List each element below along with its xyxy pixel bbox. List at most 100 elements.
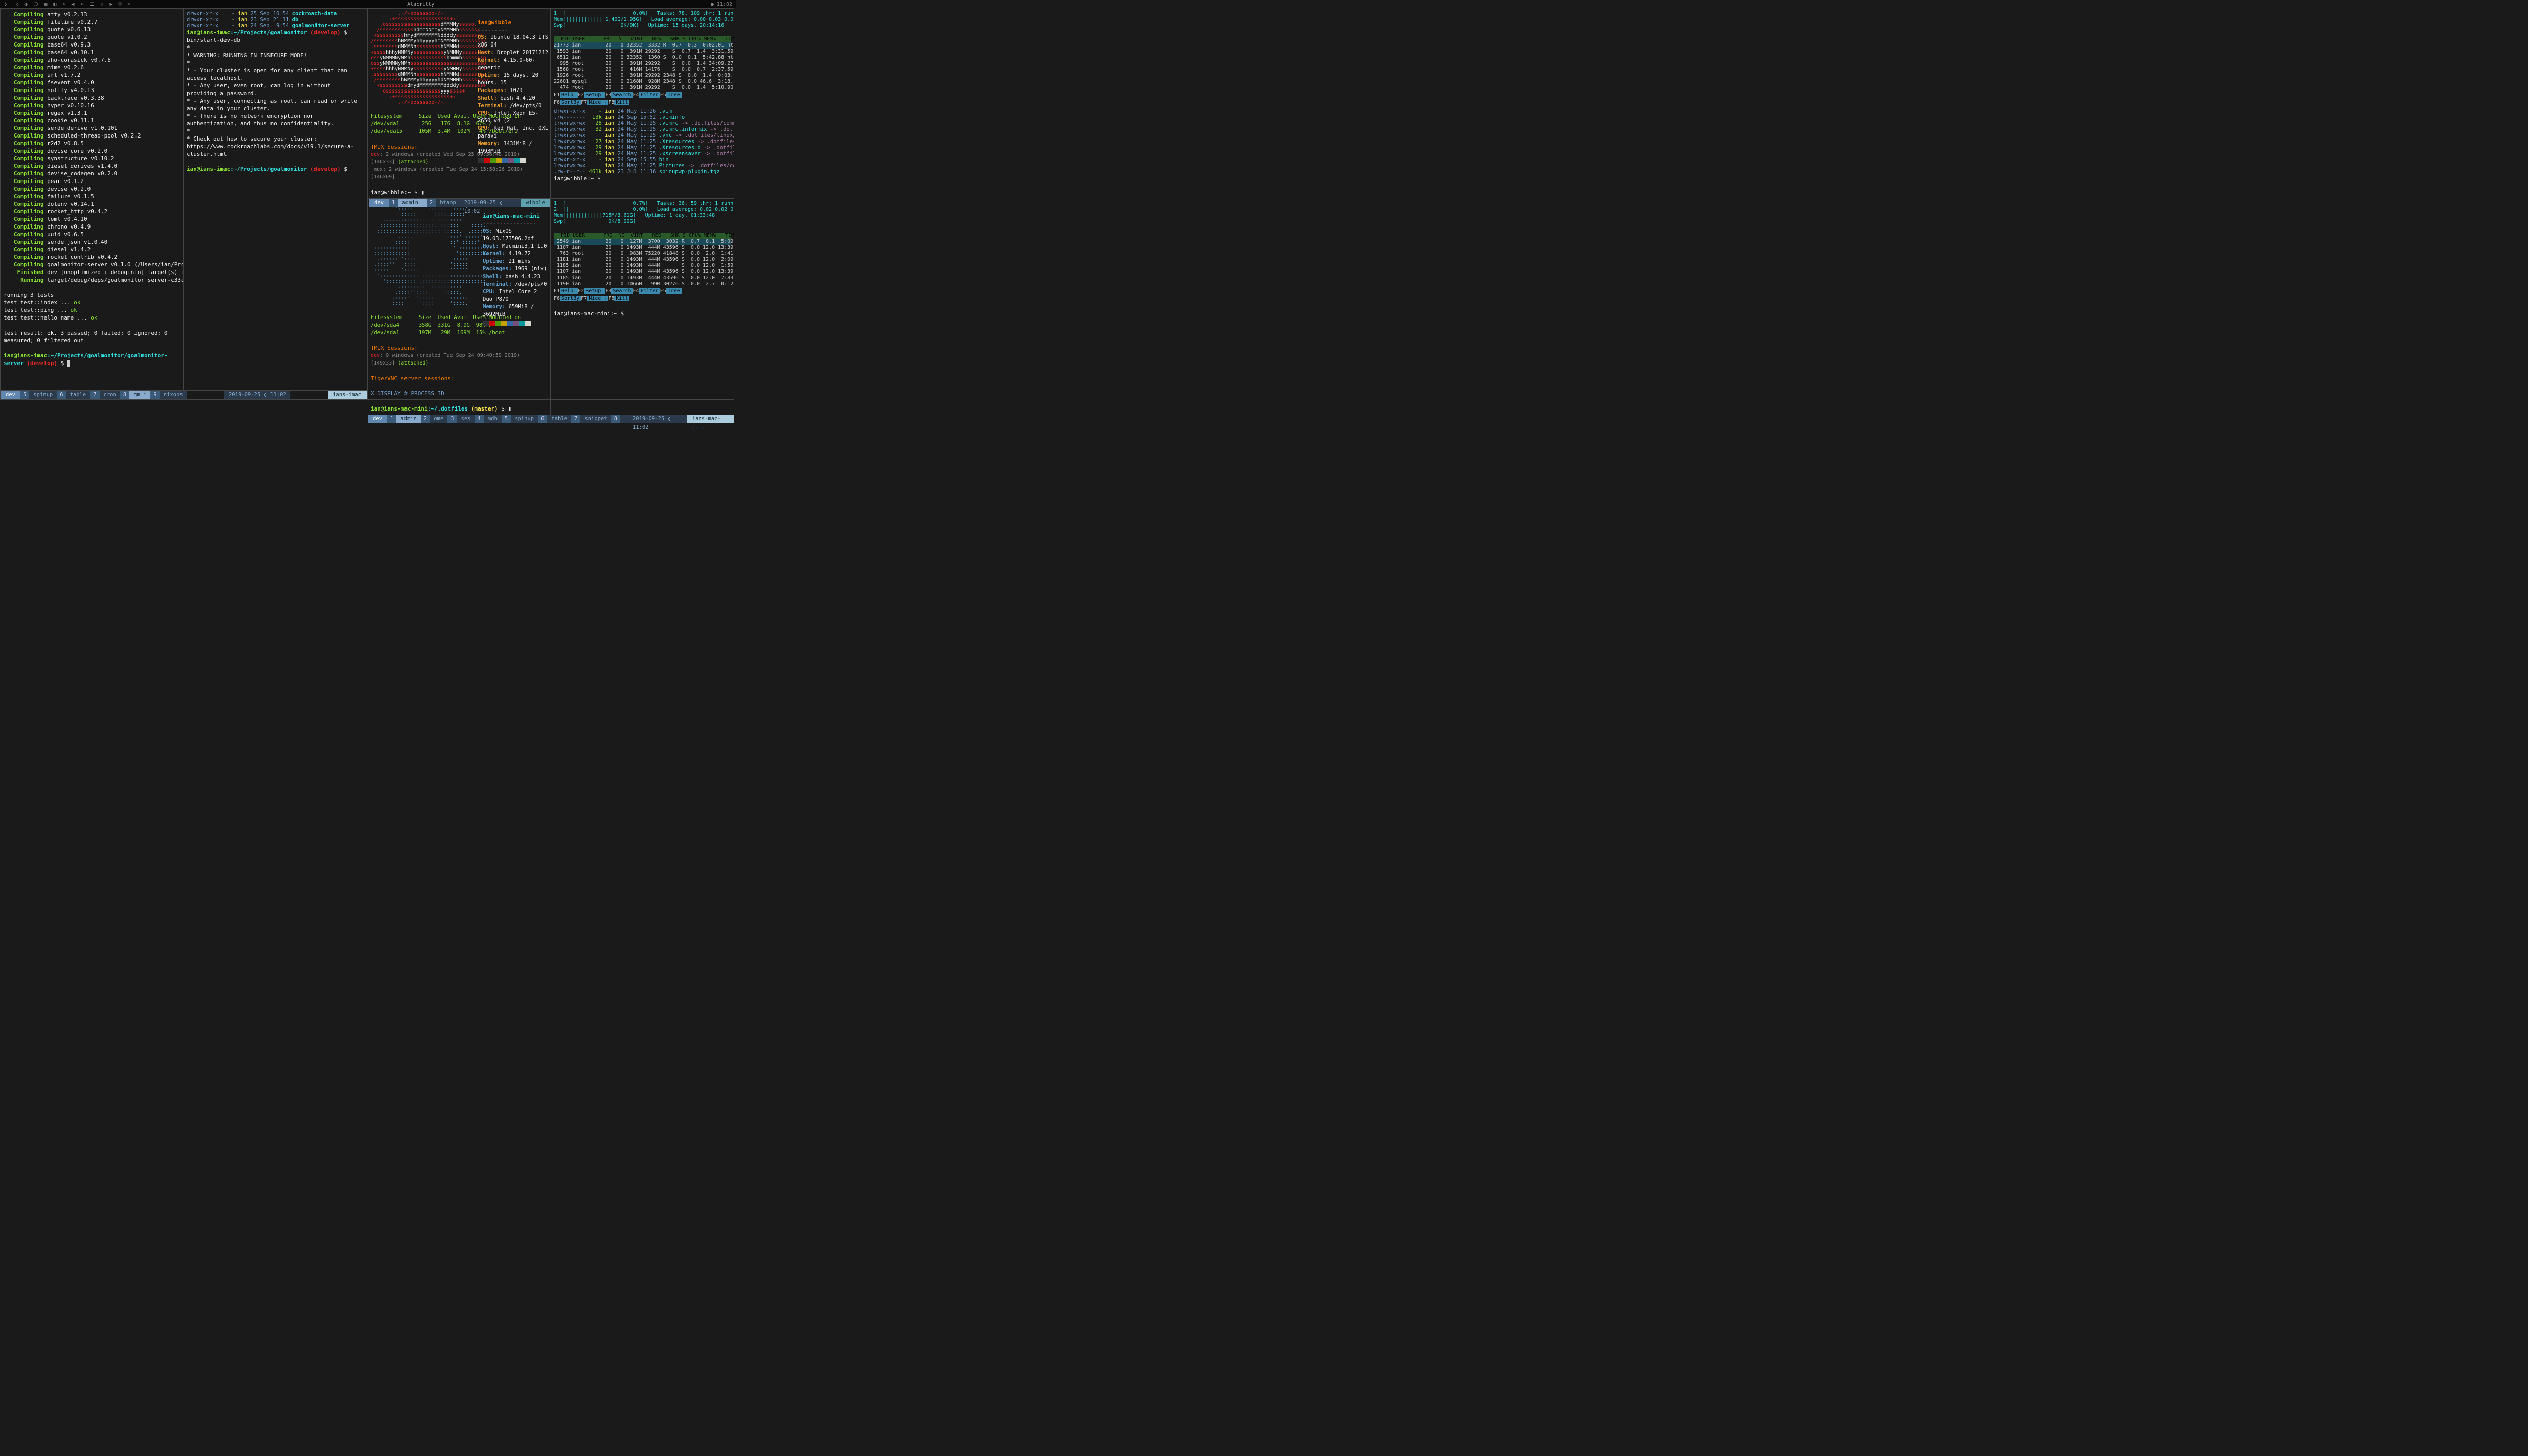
- compile-line: Compiling uuid v0.6.5: [4, 231, 180, 238]
- status-datetime: 2019-09-25 ❮ 11:02: [224, 391, 290, 399]
- compile-line: Compiling pear v0.1.2: [4, 177, 180, 185]
- tmux-tab[interactable]: mdb: [484, 415, 502, 423]
- tray-icon[interactable]: ⊕: [100, 2, 103, 7]
- sysinfo-row: Memory: 659MiB / 3692MiB: [483, 303, 549, 318]
- secure-link-text: * Check out how to secure your cluster: …: [187, 135, 364, 158]
- shell-prompt[interactable]: ian@ians-imac:~/Projects/goalmonitor (de…: [187, 165, 364, 173]
- ls-entry: lrwxrwxrwx 27 ian 24 May 11:25 .Xresourc…: [554, 139, 731, 145]
- tray-icon[interactable]: ◑: [25, 2, 28, 7]
- ls-entry: lrwxrwxrwx ian 24 May 11:25 .vnc -> .dot…: [554, 132, 731, 139]
- tray-icon[interactable]: ◧: [53, 2, 56, 7]
- tray-icon[interactable]: ◀: [71, 2, 74, 7]
- compile-line: Compiling r2d2 v0.8.5: [4, 140, 180, 147]
- compile-line: Compiling url v1.7.2: [4, 71, 180, 79]
- neofetch-user: ian@wibble: [478, 19, 549, 26]
- sysinfo-row: CPU: Intel Core 2 Duo P870: [483, 288, 549, 303]
- tray-icon[interactable]: ▦: [44, 2, 47, 7]
- tmux-tab[interactable]: admin *: [396, 415, 421, 423]
- htop-macmini-pane[interactable]: 1 [ 0.7%] Tasks: 36, 59 thr; 1 running 2…: [551, 199, 734, 415]
- app-icon[interactable]: ❯_: [4, 2, 10, 7]
- shell-prompt[interactable]: ian@ians-imac:~/Projects/goalmonitor/goa…: [4, 352, 180, 367]
- tmux-tab[interactable]: ses: [457, 415, 475, 423]
- htop-wibble-pane[interactable]: 1 [ 0.0%] Tasks: 78, 109 thr; 1 running …: [551, 9, 734, 198]
- tray-icon[interactable]: ⬨: [16, 2, 19, 7]
- shell-prompt[interactable]: ian@ians-mac-mini:~ $: [554, 310, 731, 317]
- sysinfo-row: Kernel: 4.15.0-60-generic: [478, 57, 549, 72]
- tmux-tab[interactable]: [620, 415, 628, 423]
- compile-line: Compiling quote v1.0.2: [4, 33, 180, 41]
- compile-line: Compiling toml v0.4.10: [4, 215, 180, 223]
- color-palette: [483, 321, 549, 328]
- htop-process-row[interactable]: 1568 root 20 0 416M 14176 S 0.0 0.7 2:37…: [554, 67, 731, 73]
- tmux-tab[interactable]: spinup: [511, 415, 538, 423]
- session-name[interactable]: dev: [368, 415, 387, 423]
- compile-line: Compiling base64 v0.9.3: [4, 41, 180, 49]
- tmux-statusbar-left: dev 5spinup6table7cron8gm *9nixops 2019-…: [1, 391, 367, 399]
- tmux-tab[interactable]: nixops: [160, 391, 187, 399]
- status-datetime: 2019-09-25 ❮ 11:02: [628, 415, 687, 423]
- compile-line: Compiling diesel v1.4.2: [4, 246, 180, 253]
- htop-process-row[interactable]: 995 root 20 0 391M 29292 S 0.0 1.4 34:09…: [554, 61, 731, 67]
- htop-process-row[interactable]: 1107 ian 20 0 1493M 444M 43596 S 0.0 12.…: [554, 245, 731, 251]
- cockroach-db-pane[interactable]: drwxr-xr-x - ian 25 Sep 10:54 cockroach-…: [184, 9, 367, 390]
- htop-process-row[interactable]: 6512 ian 20 0 32352 1360 S 0.0 0.1 5:42.…: [554, 55, 731, 61]
- htop-process-row[interactable]: 1185 ian 20 0 1493M 444M 43596 S 0.0 12.…: [554, 275, 731, 281]
- sysinfo-row: Host: Macmini3,1 1.0: [483, 243, 549, 250]
- shell-prompt[interactable]: ian@wibble:~ $ ▮: [371, 189, 547, 196]
- compile-line: Compiling diesel_derives v1.4.0: [4, 162, 180, 170]
- neofetch-wibble-pane[interactable]: .-/+oossssoo+/-. `:+ssssssssssssssssss+:…: [368, 9, 551, 198]
- compile-line: Compiling rocket_contrib v0.4.2: [4, 253, 180, 261]
- htop-process-row[interactable]: 2549 ian 20 0 127M 3700 3032 R 0.7 0.1 5…: [554, 239, 731, 245]
- ls-entry: drwxr-xr-x - ian 23 Sep 21:11 db: [187, 17, 364, 23]
- tray-icon[interactable]: ▶: [109, 2, 112, 7]
- htop-process-row[interactable]: 1190 ian 20 0 1066M 99M 30276 S 0.0 2.7 …: [554, 281, 731, 287]
- tmux-tab[interactable]: cron: [100, 391, 120, 399]
- tray-icon[interactable]: ≈: [80, 2, 83, 7]
- tmux-tab[interactable]: spinup: [29, 391, 57, 399]
- tmux-sessions-header: TMUX Sessions:: [371, 344, 547, 352]
- htop-function-keys[interactable]: F1Help F2Setup F3SearchF4FilterF5Tree F6…: [554, 287, 731, 302]
- htop-process-row[interactable]: 1593 ian 20 0 391M 29292 S 0.7 1.4 3:31.…: [554, 49, 731, 55]
- compile-line: Compiling notify v4.0.13: [4, 86, 180, 94]
- tmux-statusbar-right: dev 1admin *2ome3ses4mdb5spinup6table7sn…: [368, 415, 734, 423]
- shell-prompt[interactable]: ian@ians-imac:~/Projects/goalmonitor (de…: [187, 29, 364, 44]
- compile-line: Compiling synstructure v0.10.2: [4, 155, 180, 162]
- htop-header: PID USER PRI NI VIRT RES SHR S CPU% MEM%…: [554, 36, 731, 42]
- htop-process-row[interactable]: 21773 ian 20 0 32352 3332 R 0.7 0.3 0:02…: [554, 42, 731, 49]
- shell-prompt[interactable]: ian@ians-mac-mini:~/.dotfiles (master) $…: [371, 405, 547, 413]
- tray-icon[interactable]: ⬡: [34, 2, 38, 7]
- tray-icon[interactable]: ⌾: [119, 2, 122, 7]
- tmux-tab[interactable]: table: [66, 391, 91, 399]
- htop-process-row[interactable]: 1185 ian 20 0 1493M 444M S 0.0 12.0 1:59…: [554, 263, 731, 269]
- tigervnc-header: TigerVNC server sessions:: [371, 375, 547, 382]
- tray-icon[interactable]: ☰: [89, 2, 94, 7]
- xdisplay-header: X DISPLAY # PROCESS ID: [371, 390, 547, 397]
- compile-line: Compiling serde_derive v1.0.101: [4, 124, 180, 132]
- tmux-tab[interactable]: snippet: [580, 415, 611, 423]
- htop-process-row[interactable]: 763 root 20 0 983M 75220 41848 S 0.0 2.0…: [554, 251, 731, 257]
- cargo-build-pane[interactable]: Compiling atty v0.2.13 Compiling filetim…: [1, 9, 184, 390]
- sysinfo-row: Packages: 1079: [478, 87, 549, 95]
- neofetch-macmini-pane[interactable]: ::::. '::::: ::::' '::::: ':::::. ::::' …: [368, 199, 551, 415]
- htop-process-row[interactable]: 1107 ian 20 0 1493M 444M 43596 S 0.0 12.…: [554, 269, 731, 275]
- ls-entry: lrwxrwxrwx 32 ian 24 May 11:25 .vimrc.in…: [554, 126, 731, 132]
- compile-line: Compiling dotenv v0.14.1: [4, 200, 180, 208]
- htop-process-row[interactable]: 22601 mysql 20 0 2168M 928M 2348 S 0.0 4…: [554, 79, 731, 85]
- ls-entry: lrwxrwxrwx 28 ian 24 May 11:25 .vimrc ->…: [554, 120, 731, 126]
- compile-line: Compiling filetime v0.2.7: [4, 18, 180, 26]
- ls-entry: lrwxrwxrwx 29 ian 24 May 11:25 .xscreens…: [554, 151, 731, 157]
- status-hostname: ians-mac-mini: [687, 415, 734, 423]
- htop-function-keys[interactable]: F1Help F2Setup F3SearchF4FilterF5Tree F6…: [554, 91, 731, 106]
- htop-process-row[interactable]: 1926 root 20 0 391M 29292 2348 S 0.0 1.4…: [554, 73, 731, 79]
- tmux-tab[interactable]: gm *: [129, 391, 150, 399]
- tmux-tab[interactable]: ome: [430, 415, 447, 423]
- compile-line: Compiling mime v0.2.6: [4, 64, 180, 71]
- htop-process-row[interactable]: 474 root 20 0 391M 29292 S 0.0 1.4 5:10.…: [554, 85, 731, 91]
- shell-prompt[interactable]: ian@wibble:~ $: [554, 175, 731, 183]
- test-result: test result: ok. 3 passed; 0 failed; 0 i…: [4, 329, 180, 344]
- sysinfo-row: Shell: bash 4.4.20: [478, 95, 549, 102]
- tmux-tab[interactable]: table: [547, 415, 571, 423]
- tray-icon[interactable]: ✎: [62, 2, 65, 7]
- session-name[interactable]: dev: [1, 391, 20, 399]
- htop-process-row[interactable]: 1181 ian 20 0 1493M 444M 43596 S 0.0 12.…: [554, 257, 731, 263]
